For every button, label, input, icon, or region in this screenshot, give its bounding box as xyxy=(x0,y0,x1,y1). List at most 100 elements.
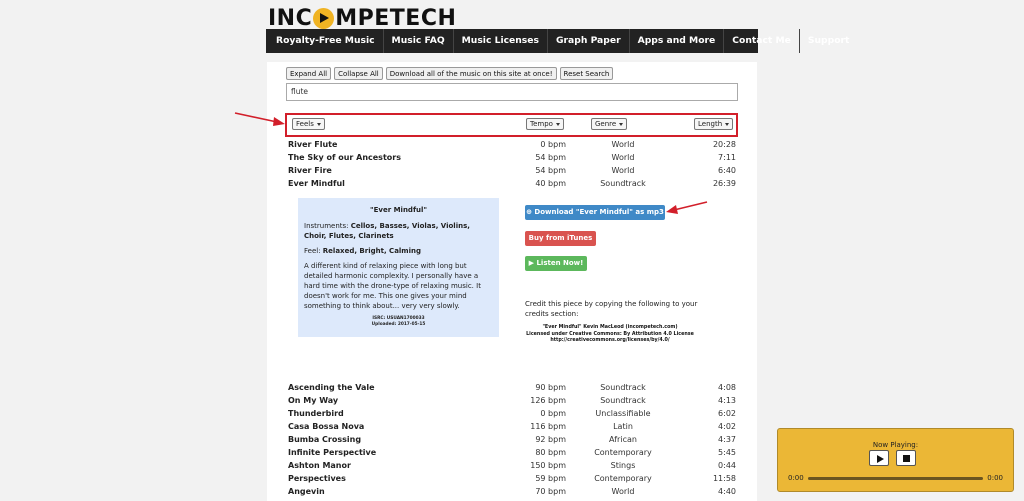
listen-now-label: Listen Now! xyxy=(536,259,584,267)
track-genre: Soundtrack xyxy=(600,383,646,392)
reset-search-button[interactable]: Reset Search xyxy=(559,67,614,80)
track-genre: World xyxy=(611,487,635,496)
track-title[interactable]: Infinite Perspective xyxy=(288,446,376,459)
track-title[interactable]: Ever Mindful xyxy=(288,177,345,190)
feel-line: Feel: Relaxed, Bright, Calming xyxy=(304,246,493,256)
track-genre: World xyxy=(611,153,635,162)
table-row[interactable]: Infinite Perspective 80 bpm Contemporary 5:… xyxy=(288,446,738,459)
track-length: 4:37 xyxy=(718,435,736,444)
genre-dropdown[interactable]: Genre xyxy=(591,118,628,130)
play-circle-icon xyxy=(313,7,335,29)
table-row[interactable]: On My Way 126 bpm Soundtrack 4:13 xyxy=(288,394,738,407)
chevron-down-icon xyxy=(316,122,321,126)
total-time: 0:00 xyxy=(987,474,1003,482)
download-mp3-label: Download "Ever Mindful" as mp3 xyxy=(534,208,664,216)
track-bpm: 54 bpm xyxy=(535,166,566,175)
track-genre: Soundtrack xyxy=(600,396,646,405)
table-row[interactable]: Ascending the Vale 90 bpm Soundtrack 4:08 xyxy=(288,381,738,394)
chevron-down-icon xyxy=(555,122,560,126)
table-row[interactable]: River Flute 0 bpm World 20:28 xyxy=(288,138,738,151)
chevron-down-icon xyxy=(725,122,730,126)
nav-apps-and-more[interactable]: Apps and More xyxy=(630,29,725,53)
nav-graph-paper[interactable]: Graph Paper xyxy=(548,29,630,53)
table-row[interactable]: The Sky of our Ancestors 54 bpm World 7:11 xyxy=(288,151,738,164)
nav-music-licenses[interactable]: Music Licenses xyxy=(454,29,548,53)
progress-bar[interactable] xyxy=(808,477,983,480)
nav-music-faq[interactable]: Music FAQ xyxy=(384,29,454,53)
track-genre: Contemporary xyxy=(594,474,652,483)
track-bpm: 54 bpm xyxy=(535,153,566,162)
listen-now-button[interactable]: ▶ Listen Now! xyxy=(525,256,587,271)
track-title[interactable]: Ashton Manor xyxy=(288,459,351,472)
stop-button[interactable] xyxy=(896,450,916,466)
track-genre: Contemporary xyxy=(594,448,652,457)
chevron-down-icon xyxy=(619,122,624,126)
track-title[interactable]: River Flute xyxy=(288,138,337,151)
nav-royalty-free-music[interactable]: Royalty-Free Music xyxy=(266,29,384,53)
table-row[interactable]: Angevin 70 bpm World 4:40 xyxy=(288,485,738,498)
track-length: 11:58 xyxy=(712,474,736,483)
main-nav: Royalty-Free Music Music FAQ Music Licen… xyxy=(266,29,849,53)
play-button[interactable] xyxy=(869,450,889,466)
track-genre: World xyxy=(611,166,635,175)
table-row[interactable]: Ever Mindful 40 bpm Soundtrack 26:39 xyxy=(288,177,738,190)
now-playing-label: Now Playing: xyxy=(872,441,919,449)
track-length: 20:28 xyxy=(712,140,736,149)
track-info-title: "Ever Mindful" xyxy=(369,206,428,214)
filter-highlight-box xyxy=(285,113,738,137)
nav-contact-me[interactable]: Contact Me xyxy=(724,29,800,53)
nav-support[interactable]: Support xyxy=(800,29,858,53)
track-title[interactable]: Perspectives xyxy=(288,472,346,485)
table-row[interactable]: Perspectives 59 bpm Contemporary 11:58 xyxy=(288,472,738,485)
track-bpm: 0 bpm xyxy=(540,409,566,418)
track-title[interactable]: The Sky of our Ancestors xyxy=(288,151,401,164)
download-mp3-button[interactable]: ⊕ Download "Ever Mindful" as mp3 xyxy=(525,205,665,220)
tempo-dropdown[interactable]: Tempo xyxy=(526,118,564,130)
logo-text-prefix: INC xyxy=(268,5,313,31)
track-title[interactable]: Ascending the Vale xyxy=(288,381,375,394)
table-row[interactable]: Bumba Crossing 92 bpm African 4:37 xyxy=(288,433,738,446)
site-logo[interactable]: INC MPETECH xyxy=(268,5,457,31)
feel-label: Feel: xyxy=(304,247,323,255)
track-length: 6:40 xyxy=(718,166,736,175)
track-bpm: 116 bpm xyxy=(530,422,566,431)
track-title[interactable]: Bumba Crossing xyxy=(288,433,361,446)
track-genre: African xyxy=(609,435,637,444)
upload-date: Uploaded: 2017-05-15 xyxy=(371,322,426,327)
track-title[interactable]: On My Way xyxy=(288,394,338,407)
track-bpm: 59 bpm xyxy=(535,474,566,483)
download-all-button[interactable]: Download all of the music on this site a… xyxy=(385,67,557,80)
track-length: 4:13 xyxy=(718,396,736,405)
track-length: 4:40 xyxy=(718,487,736,496)
feels-dropdown[interactable]: Feels xyxy=(292,118,325,130)
buy-itunes-button[interactable]: Buy from iTunes xyxy=(525,231,596,246)
credit-line-3: http://creativecommons.org/licenses/by/4… xyxy=(550,338,670,343)
track-length: 6:02 xyxy=(718,409,736,418)
table-row[interactable]: River Fire 54 bpm World 6:40 xyxy=(288,164,738,177)
logo-text-suffix: MPETECH xyxy=(335,5,457,31)
length-label: Length xyxy=(698,120,723,128)
table-row[interactable]: Thunderbird 0 bpm Unclassifiable 6:02 xyxy=(288,407,738,420)
track-genre: Unclassifiable xyxy=(595,409,651,418)
annotation-arrow-download xyxy=(666,201,708,214)
credit-line-1: "Ever Mindful" Kevin MacLeod (incompetec… xyxy=(542,325,678,330)
track-genre: Latin xyxy=(613,422,633,431)
action-buttons: Expand All Collapse All Download all of … xyxy=(286,67,614,80)
table-row[interactable]: Ashton Manor 150 bpm Stings 0:44 xyxy=(288,459,738,472)
feel-value: Relaxed, Bright, Calming xyxy=(322,247,421,255)
track-bpm: 90 bpm xyxy=(535,383,566,392)
track-length: 4:02 xyxy=(718,422,736,431)
collapse-all-button[interactable]: Collapse All xyxy=(334,67,383,80)
track-title[interactable]: Angevin xyxy=(288,485,325,498)
credit-block[interactable]: "Ever Mindful" Kevin MacLeod (incompetec… xyxy=(525,325,695,345)
track-description: A different kind of relaxing piece with … xyxy=(304,262,481,310)
track-genre: World xyxy=(611,140,635,149)
track-title[interactable]: Thunderbird xyxy=(288,407,344,420)
length-dropdown[interactable]: Length xyxy=(694,118,734,130)
track-title[interactable]: River Fire xyxy=(288,164,332,177)
track-genre: Soundtrack xyxy=(600,179,646,188)
track-title[interactable]: Casa Bossa Nova xyxy=(288,420,364,433)
expand-all-button[interactable]: Expand All xyxy=(286,67,332,80)
search-input[interactable]: flute xyxy=(286,83,738,101)
table-row[interactable]: Casa Bossa Nova 116 bpm Latin 4:02 xyxy=(288,420,738,433)
